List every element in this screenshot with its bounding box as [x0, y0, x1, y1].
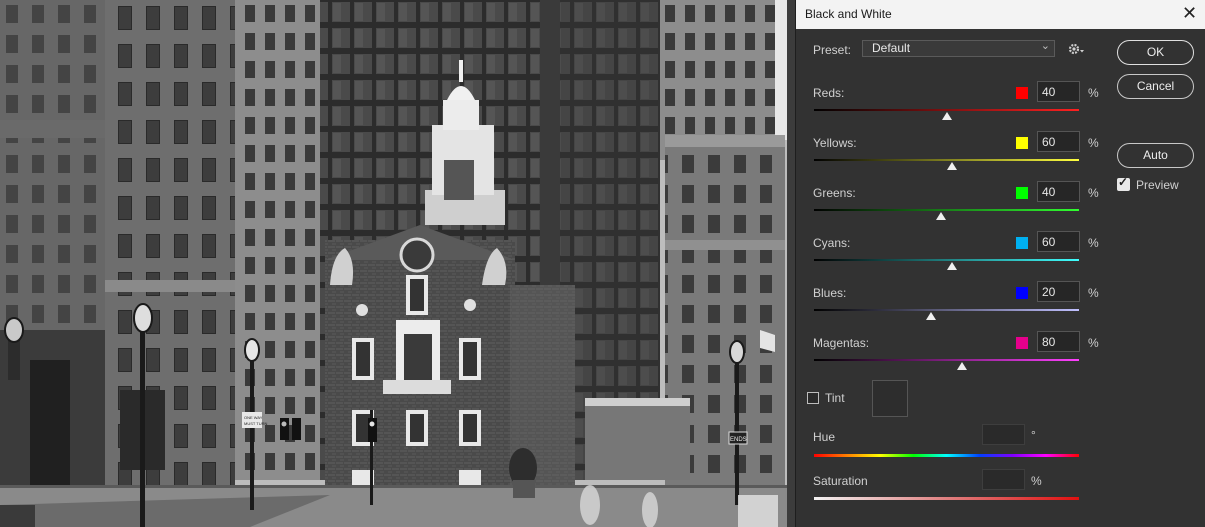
blues-value-input[interactable]: 20 [1037, 281, 1080, 302]
greens-swatch [1016, 187, 1028, 199]
saturation-slider-track [814, 497, 1079, 500]
greens-slider-track[interactable] [814, 209, 1079, 211]
tint-color-swatch[interactable] [872, 380, 908, 417]
hue-value-input [982, 424, 1025, 445]
cyans-value-input[interactable]: 60 [1037, 231, 1080, 252]
checkmark-icon: ✓ [1118, 175, 1129, 189]
tint-label: Tint [825, 391, 845, 405]
preview-label: Preview [1136, 178, 1179, 192]
yellows-percent-unit: % [1088, 136, 1099, 150]
greens-slider-thumb[interactable] [936, 212, 947, 220]
image-canvas[interactable]: ONE WAY MUST TURN ENDS [0, 0, 787, 527]
blues-label: Blues: [813, 286, 847, 300]
greens-value-input[interactable]: 40 [1037, 181, 1080, 202]
cyans-slider-track[interactable] [814, 259, 1079, 261]
dialog-titlebar[interactable]: Black and White ✕ [796, 0, 1205, 29]
dialog-title: Black and White [805, 7, 892, 21]
cyans-slider-thumb[interactable] [946, 262, 957, 270]
preset-options-button[interactable] [1067, 41, 1087, 57]
close-icon: ✕ [1182, 3, 1198, 23]
yellows-slider-track[interactable] [814, 159, 1079, 161]
cyans-swatch [1016, 237, 1028, 249]
cancel-button[interactable]: Cancel [1117, 74, 1194, 99]
sign-ends-text: ENDS [730, 437, 747, 443]
gear-icon [1068, 43, 1084, 55]
preset-label: Preset: [813, 43, 852, 57]
magentas-slider-thumb[interactable] [957, 362, 968, 370]
photo-illustration: ONE WAY MUST TURN ENDS [0, 0, 787, 527]
auto-button[interactable]: Auto [1117, 143, 1194, 168]
reds-value-input[interactable]: 40 [1037, 81, 1080, 102]
greens-label: Greens: [813, 186, 856, 200]
sign-one-way-text: ONE WAY [244, 415, 263, 420]
cyans-percent-unit: % [1088, 236, 1099, 250]
sign-must-turn-text: MUST TURN [244, 421, 268, 426]
blues-swatch [1016, 287, 1028, 299]
greens-percent-unit: % [1088, 186, 1099, 200]
magentas-value-input[interactable]: 80 [1037, 331, 1080, 352]
saturation-percent-unit: % [1031, 474, 1042, 488]
hue-slider-track [814, 454, 1079, 457]
blues-percent-unit: % [1088, 286, 1099, 300]
preset-value: Default [872, 41, 911, 55]
magentas-percent-unit: % [1088, 336, 1099, 350]
blues-slider-track[interactable] [814, 309, 1079, 311]
saturation-value-input [982, 469, 1025, 490]
close-button[interactable]: ✕ [1172, 0, 1205, 29]
reds-percent-unit: % [1088, 86, 1099, 100]
black-and-white-dialog: Black and White ✕ Preset: Default ⌄ OK C… [795, 0, 1205, 527]
panel-divider [787, 0, 795, 527]
magentas-label: Magentas: [813, 336, 870, 350]
preview-checkbox[interactable]: ✓ [1117, 175, 1130, 191]
yellows-value-input[interactable]: 60 [1037, 131, 1080, 152]
blues-slider-thumb[interactable] [925, 312, 936, 320]
yellows-swatch [1016, 137, 1028, 149]
hue-degree-unit: ° [1031, 428, 1036, 442]
chevron-down-icon: ⌄ [1040, 40, 1050, 52]
magentas-slider-track[interactable] [814, 359, 1079, 361]
yellows-label: Yellows: [813, 136, 857, 150]
hue-label: Hue [813, 430, 836, 444]
reds-slider-thumb[interactable] [941, 112, 952, 120]
ok-button[interactable]: OK [1117, 40, 1194, 65]
cyans-label: Cyans: [813, 236, 851, 250]
saturation-label: Saturation [813, 474, 868, 488]
yellows-slider-thumb[interactable] [946, 162, 957, 170]
reds-slider-track[interactable] [814, 109, 1079, 111]
preset-dropdown[interactable]: Default ⌄ [862, 40, 1055, 57]
reds-label: Reds: [813, 86, 845, 100]
reds-swatch [1016, 87, 1028, 99]
tint-checkbox[interactable] [807, 392, 819, 404]
magentas-swatch [1016, 337, 1028, 349]
